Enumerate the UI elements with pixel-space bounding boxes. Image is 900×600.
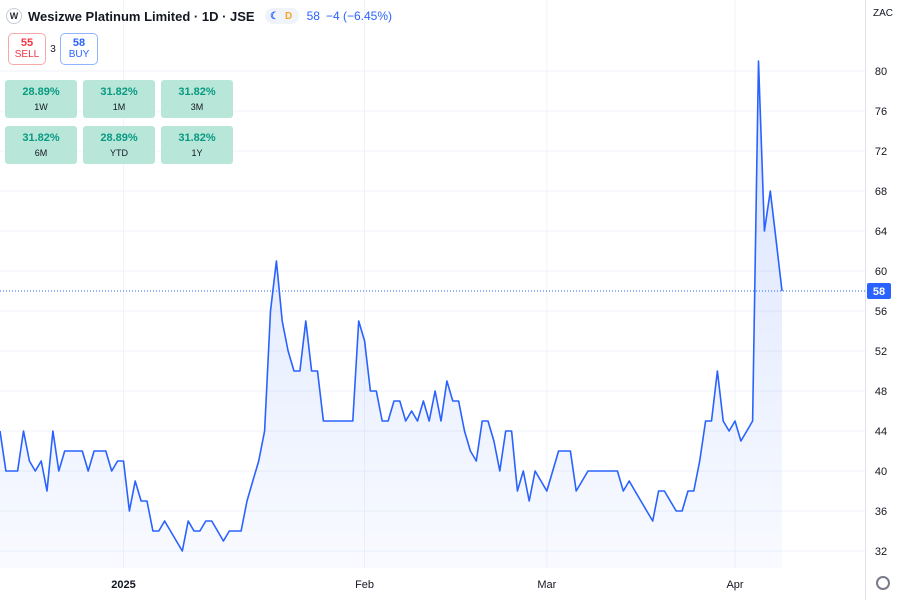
buy-button[interactable]: 58 BUY bbox=[60, 33, 98, 65]
perf-label: 1Y bbox=[191, 148, 203, 158]
y-tick-label: 32 bbox=[875, 546, 887, 558]
chart-header: W Wesizwe Platinum Limited · 1D · JSE ☾ … bbox=[0, 0, 860, 32]
y-tick-label: 52 bbox=[875, 346, 887, 358]
y-tick-label: 40 bbox=[875, 466, 887, 478]
symbol-logo: W bbox=[6, 8, 22, 24]
spread-value: 3 bbox=[50, 43, 56, 55]
perf-value: 31.82% bbox=[100, 86, 138, 98]
price-change: −4 (−6.45%) bbox=[325, 9, 392, 23]
symbol-title[interactable]: Wesizwe Platinum Limited · 1D · JSE bbox=[28, 9, 255, 24]
perf-ytd[interactable]: 28.89% YTD bbox=[83, 126, 155, 164]
x-tick-label: Mar bbox=[537, 579, 556, 591]
x-tick-label: 2025 bbox=[111, 579, 135, 591]
buy-price: 58 bbox=[72, 37, 86, 49]
perf-1w[interactable]: 28.89% 1W bbox=[5, 80, 77, 118]
perf-value: 31.82% bbox=[178, 132, 216, 144]
price-axis-border bbox=[865, 0, 866, 600]
perf-value: 28.89% bbox=[22, 86, 60, 98]
last-price-badge-text: 58 bbox=[873, 286, 885, 298]
y-tick-label: 76 bbox=[875, 106, 887, 118]
x-tick-label: Feb bbox=[355, 579, 374, 591]
y-tick-label: 80 bbox=[875, 66, 887, 78]
perf-3m[interactable]: 31.82% 3M bbox=[161, 80, 233, 118]
y-tick-label: 56 bbox=[875, 306, 887, 318]
perf-value: 28.89% bbox=[100, 132, 138, 144]
sell-label: SELL bbox=[14, 49, 40, 60]
y-tick-label: 60 bbox=[875, 266, 887, 278]
y-tick-label: 72 bbox=[875, 146, 887, 158]
perf-1m[interactable]: 31.82% 1M bbox=[83, 80, 155, 118]
settings-gear-icon[interactable] bbox=[876, 576, 890, 590]
y-axis[interactable]: 32 36 40 44 48 52 56 60 64 68 72 76 80 bbox=[875, 66, 887, 558]
perf-label: YTD bbox=[110, 148, 128, 158]
x-tick-label: Apr bbox=[726, 579, 743, 591]
perf-6m[interactable]: 31.82% 6M bbox=[5, 126, 77, 164]
perf-value: 31.82% bbox=[178, 86, 216, 98]
y-tick-label: 48 bbox=[875, 386, 887, 398]
perf-1y[interactable]: 31.82% 1Y bbox=[161, 126, 233, 164]
y-tick-label: 44 bbox=[875, 426, 887, 438]
buy-label: BUY bbox=[68, 49, 90, 60]
session-pill[interactable]: ☾ D bbox=[264, 8, 299, 24]
perf-label: 1W bbox=[34, 102, 48, 112]
currency-label[interactable]: ZAC bbox=[873, 8, 893, 19]
sell-button[interactable]: 55 SELL bbox=[8, 33, 46, 65]
sell-price: 55 bbox=[20, 37, 34, 49]
y-tick-label: 64 bbox=[875, 226, 887, 238]
y-tick-label: 68 bbox=[875, 186, 887, 198]
y-tick-label: 36 bbox=[875, 506, 887, 518]
last-price-label: 58 bbox=[867, 283, 891, 299]
perf-label: 6M bbox=[34, 148, 48, 158]
perf-label: 1M bbox=[112, 102, 126, 112]
x-axis[interactable]: 2025FebMarAprMay2026Jul bbox=[111, 579, 900, 591]
perf-value: 31.82% bbox=[22, 132, 60, 144]
perf-label: 3M bbox=[190, 102, 204, 112]
last-price: 58 bbox=[306, 9, 320, 23]
moon-icon: ☾ bbox=[270, 10, 280, 22]
trade-buttons: 55 SELL 3 58 BUY bbox=[8, 33, 98, 65]
performance-grid: 28.89% 1W 31.82% 1M 31.82% 3M 31.82% 6M 28.8… bbox=[5, 80, 233, 164]
delay-indicator: D bbox=[284, 10, 293, 22]
